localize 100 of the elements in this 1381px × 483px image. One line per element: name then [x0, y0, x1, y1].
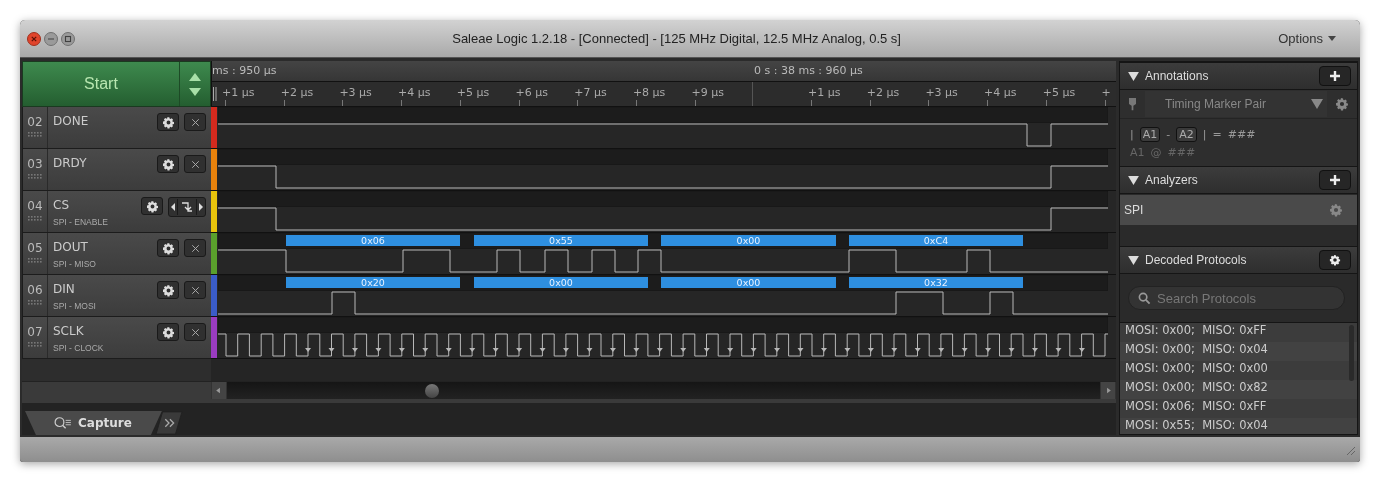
- edge-marker-icon: [609, 348, 616, 352]
- close-button[interactable]: [184, 155, 206, 173]
- decoded-row[interactable]: MOSI: 0x00; MISO: 0x82: [1120, 380, 1357, 399]
- channel-role: SPI - MISO: [53, 259, 97, 269]
- settings-button[interactable]: [1319, 250, 1351, 270]
- trigger-selector[interactable]: [168, 197, 206, 217]
- close-button[interactable]: [184, 113, 206, 131]
- up-arrow-icon[interactable]: [189, 71, 201, 82]
- decoded-value[interactable]: 0x06: [286, 235, 460, 246]
- channel-name: DONE: [53, 114, 90, 128]
- add-button[interactable]: [1319, 66, 1351, 86]
- collapse-icon[interactable]: [1128, 255, 1139, 265]
- settings-button[interactable]: [157, 281, 179, 299]
- channel-number: 04: [27, 199, 43, 213]
- channel-name: DIN: [53, 282, 76, 296]
- edge-marker-icon: [563, 348, 569, 352]
- marker-pin-icon: [1128, 97, 1137, 111]
- down-arrow-icon[interactable]: [189, 86, 201, 97]
- settings-button[interactable]: [157, 323, 179, 341]
- close-button[interactable]: [184, 323, 206, 341]
- gear-icon: [1329, 254, 1341, 266]
- edge-marker-icon: [914, 348, 921, 352]
- close-button[interactable]: [184, 281, 206, 299]
- scroll-thumb[interactable]: [425, 384, 439, 398]
- decoded-value[interactable]: 0x00: [661, 235, 836, 246]
- add-button[interactable]: [1319, 170, 1351, 190]
- marker-chip: A2: [1176, 127, 1197, 142]
- edge-marker-icon: [469, 348, 476, 352]
- settings-icon[interactable]: [1335, 97, 1349, 111]
- channel-role: SPI - ENABLE: [53, 217, 109, 227]
- settings-button[interactable]: [157, 155, 179, 173]
- drag-handle-icon[interactable]: [28, 300, 42, 305]
- close-icon[interactable]: [27, 31, 41, 46]
- channel-number: 06: [27, 283, 43, 297]
- tick-label: +2 µs: [280, 86, 314, 99]
- tick-label: +9 µs: [691, 86, 725, 99]
- edge-marker-icon: [680, 348, 687, 352]
- gear-icon: [161, 241, 175, 255]
- start-button[interactable]: Start: [23, 62, 180, 106]
- tick-label: +6 µs: [515, 86, 548, 99]
- marker-readout: ###: [1167, 146, 1196, 159]
- drag-handle-icon[interactable]: [28, 258, 42, 263]
- decoded-value[interactable]: 0x20: [286, 277, 460, 288]
- decoded-value[interactable]: 0xC4: [849, 235, 1023, 246]
- grip-icon[interactable]: [213, 87, 217, 101]
- collapse-icon[interactable]: [1128, 71, 1139, 81]
- edge-marker-icon: [867, 348, 874, 352]
- edge-marker-icon: [633, 348, 640, 352]
- settings-button[interactable]: [157, 113, 179, 131]
- scroll-right-icon[interactable]: [1100, 382, 1116, 399]
- caret-icon: [1328, 35, 1336, 42]
- gear-icon: [161, 325, 175, 339]
- decoded-value[interactable]: 0x55: [474, 235, 648, 246]
- edge-marker-icon: [375, 348, 382, 352]
- maximize-icon[interactable]: [61, 31, 75, 46]
- gear-icon: [161, 157, 175, 171]
- edge-marker-icon: [516, 348, 523, 352]
- decoded-row[interactable]: MOSI: 0x55; MISO: 0x04: [1120, 418, 1357, 434]
- decoded-value[interactable]: 0x00: [661, 277, 836, 288]
- drag-handle-icon[interactable]: [28, 342, 42, 347]
- channel-name: DRDY: [53, 156, 88, 170]
- capture-tab[interactable]: Capture: [25, 411, 162, 435]
- formula-text: |: [1130, 128, 1134, 141]
- settings-button[interactable]: [141, 197, 163, 215]
- edge-marker-icon: [398, 348, 405, 352]
- analyzer-name: SPI: [1124, 203, 1145, 217]
- edge-marker-icon: [1055, 348, 1062, 352]
- drag-handle-icon[interactable]: [28, 216, 42, 221]
- tick-label: +5 µs: [1042, 86, 1076, 99]
- edge-marker-icon: [820, 348, 827, 352]
- analyzer-row[interactable]: SPI: [1120, 195, 1357, 225]
- marker-type-dropdown[interactable]: Timing Marker Pair: [1145, 91, 1327, 117]
- edge-marker-icon: [586, 348, 593, 352]
- decoded-value[interactable]: 0x00: [474, 277, 648, 288]
- search-field[interactable]: Search Protocols: [1128, 286, 1345, 310]
- marker-readout: @: [1150, 146, 1162, 159]
- channel-role: SPI - MOSI: [53, 301, 97, 311]
- tick-label: +8 µs: [632, 86, 666, 99]
- close-button[interactable]: [184, 239, 206, 257]
- drag-handle-icon[interactable]: [28, 174, 42, 179]
- tick-label: +5 µs: [456, 86, 490, 99]
- scroll-left-icon[interactable]: [211, 382, 227, 399]
- decoded-value[interactable]: 0x32: [849, 277, 1023, 288]
- channel-name: DOUT: [53, 240, 89, 254]
- tick-label: +3 µs: [339, 86, 372, 99]
- edge-marker-icon: [938, 348, 945, 352]
- collapse-icon[interactable]: [1128, 175, 1139, 185]
- channel-number: 05: [27, 241, 43, 255]
- falling-edge-icon: [177, 199, 197, 215]
- tick-label: +4 µs: [984, 86, 1017, 99]
- edge-marker-icon: [305, 348, 312, 352]
- tick-label: +3 µs: [925, 86, 958, 99]
- drag-handle-icon[interactable]: [28, 132, 42, 137]
- decoded-row[interactable]: MOSI: 0x00; MISO: 0x04: [1120, 342, 1357, 361]
- edge-marker-icon: [328, 348, 335, 352]
- options-menu[interactable]: Options: [1278, 31, 1360, 46]
- horizontal-scrollbar[interactable]: [211, 381, 1116, 399]
- settings-button[interactable]: [157, 239, 179, 257]
- scrollbar-thumb[interactable]: [1349, 325, 1354, 381]
- settings-icon[interactable]: [1329, 203, 1343, 217]
